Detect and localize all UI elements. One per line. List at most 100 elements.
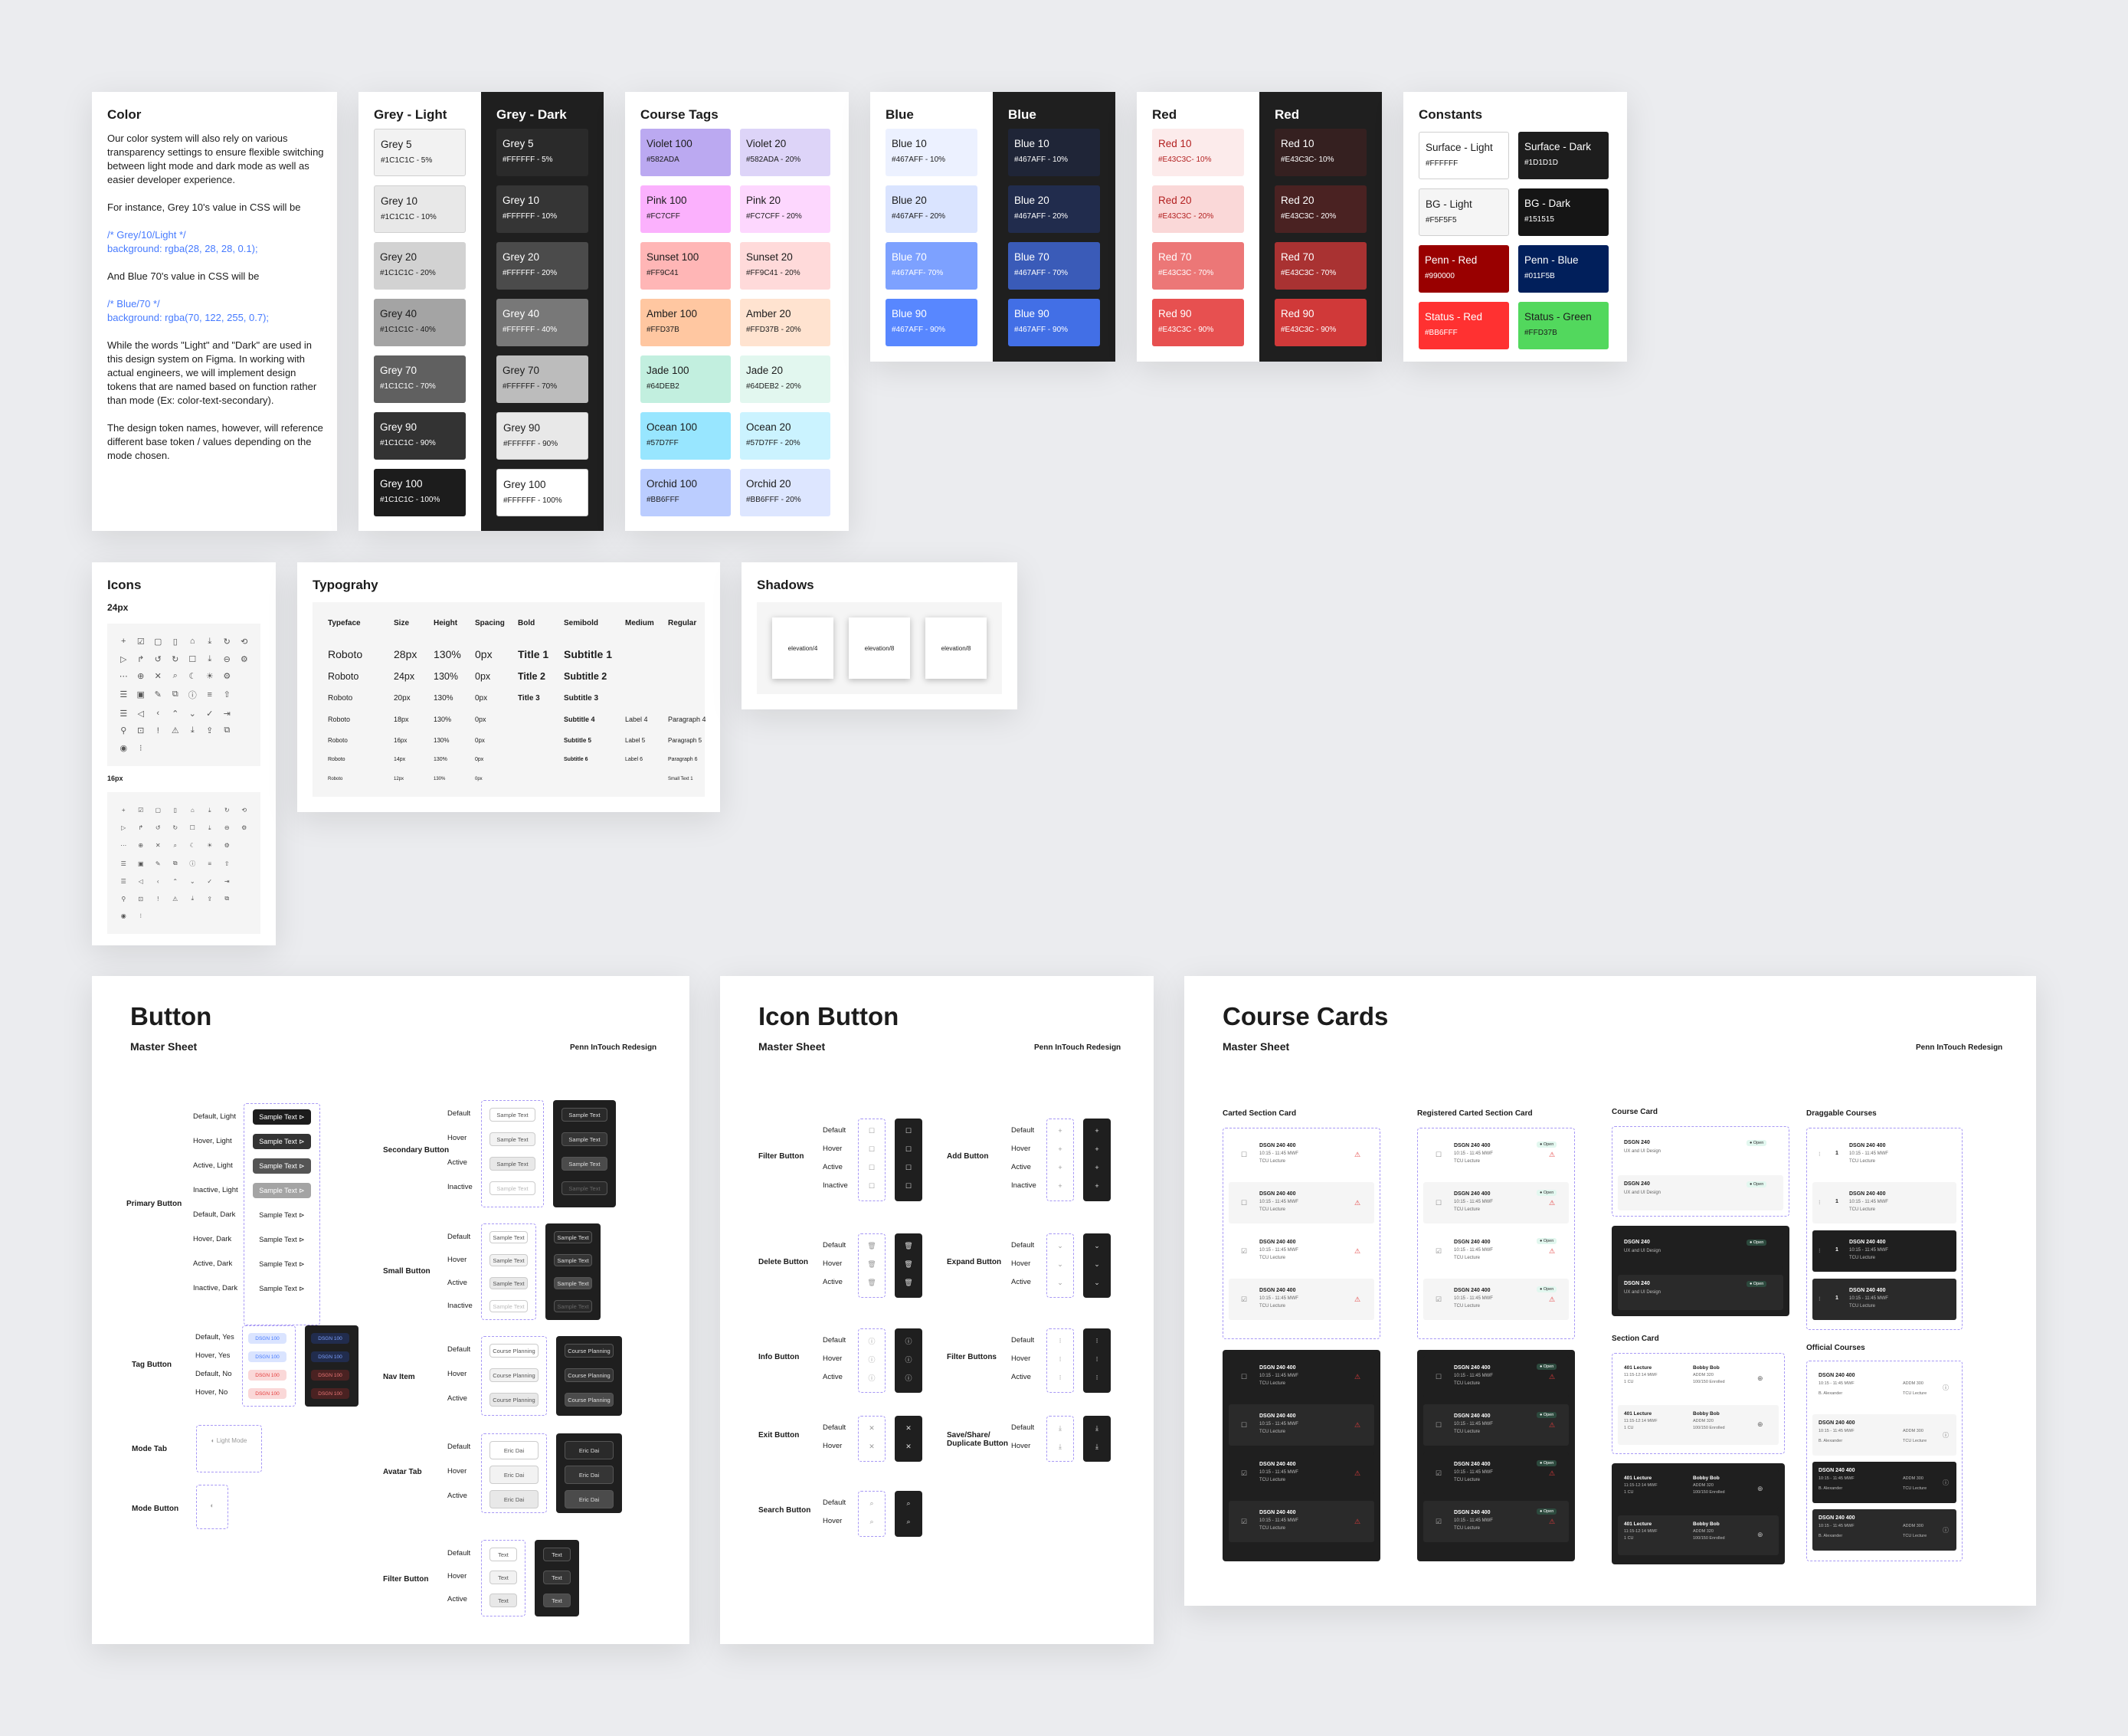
small-button[interactable]: Sample Text [489,1277,528,1289]
checkbox-icon[interactable]: ☐ [1436,1373,1442,1381]
tag-button[interactable]: DSGN 100 [248,1388,286,1399]
icon-button-dark[interactable]: ⌄ [1091,1258,1103,1270]
tag-button-dark[interactable]: DSGN 100 [311,1351,349,1362]
icon-button[interactable]: ⌄ [1054,1258,1066,1270]
icon-button[interactable]: ⤓ [1054,1440,1066,1453]
secondary-button-dark[interactable]: Sample Text [561,1157,607,1171]
info-icon[interactable]: ⓘ [1943,1479,1949,1487]
icon-button[interactable]: ⁝ [1054,1335,1066,1347]
info-icon[interactable]: ⓘ [1943,1431,1949,1440]
nav-item[interactable]: Course Planning [489,1393,539,1407]
secondary-button-dark[interactable]: Sample Text [561,1132,607,1146]
filter-button[interactable]: Text [489,1571,517,1584]
icon-button[interactable]: ✕ [866,1422,878,1434]
checkbox-icon[interactable]: ☑ [1241,1247,1247,1256]
info-icon[interactable]: ⓘ [1943,1526,1949,1535]
checkbox-icon[interactable]: ☑ [1436,1518,1442,1526]
nav-item-dark[interactable]: Course Planning [565,1393,614,1407]
checkbox-icon[interactable]: ☐ [1436,1421,1442,1430]
icon-button-dark[interactable]: ☐ [902,1125,915,1137]
icon-button-dark[interactable]: ✕ [902,1440,915,1453]
icon-button[interactable]: + [1054,1125,1066,1137]
primary-button[interactable]: Sample Text ⊳ [253,1232,311,1247]
nav-item[interactable]: Course Planning [489,1344,539,1358]
secondary-button[interactable]: Sample Text [489,1157,535,1171]
icon-button-dark[interactable]: ⁝ [1091,1371,1103,1384]
icon-button[interactable]: + [1054,1143,1066,1155]
small-button-dark[interactable]: Sample Text [554,1277,592,1289]
tag-button[interactable]: DSGN 100 [248,1370,286,1381]
checkbox-icon[interactable]: ☐ [1241,1421,1247,1430]
nav-item-dark[interactable]: Course Planning [565,1368,614,1382]
icon-button-dark[interactable]: 🗑 [902,1276,915,1289]
checkbox-icon[interactable]: ☐ [1241,1199,1247,1207]
tag-button-dark[interactable]: DSGN 100 [311,1370,349,1381]
tag-button-dark[interactable]: DSGN 100 [311,1388,349,1399]
checkbox-icon[interactable]: ☐ [1436,1151,1442,1159]
avatar-tab-dark[interactable]: Eric Dai [565,1441,614,1459]
checkbox-icon[interactable]: ☑ [1436,1295,1442,1304]
icon-button[interactable]: ✕ [866,1440,878,1453]
icon-button-dark[interactable]: ⓘ [902,1371,915,1384]
small-button-dark[interactable]: Sample Text [554,1300,592,1312]
primary-button[interactable]: Sample Text ⊳ [253,1183,311,1198]
secondary-button[interactable]: Sample Text [489,1132,535,1146]
avatar-tab[interactable]: Eric Dai [489,1490,539,1508]
icon-button-dark[interactable]: ☐ [902,1180,915,1192]
avatar-tab[interactable]: Eric Dai [489,1466,539,1484]
icon-button[interactable]: ⁝ [1054,1353,1066,1365]
primary-button[interactable]: Sample Text ⊳ [253,1109,311,1125]
small-button-dark[interactable]: Sample Text [554,1254,592,1266]
checkbox-icon[interactable]: ☑ [1241,1295,1247,1304]
filter-button-dark[interactable]: Text [543,1548,571,1561]
primary-button[interactable]: Sample Text ⊳ [253,1281,311,1296]
icon-button[interactable]: + [1054,1161,1066,1174]
nav-item-dark[interactable]: Course Planning [565,1344,614,1358]
icon-button[interactable]: ⓘ [866,1371,878,1384]
icon-button-dark[interactable]: ⌕ [902,1515,915,1528]
icon-button[interactable]: 🗑 [866,1276,878,1289]
icon-button[interactable]: ☐ [866,1125,878,1137]
icon-button[interactable]: ☐ [866,1143,878,1155]
icon-button[interactable]: ⌄ [1054,1276,1066,1289]
icon-button[interactable]: ⌄ [1054,1240,1066,1252]
filter-button-dark[interactable]: Text [543,1594,571,1607]
primary-button[interactable]: Sample Text ⊳ [253,1158,311,1174]
small-button[interactable]: Sample Text [489,1300,528,1312]
primary-button[interactable]: Sample Text ⊳ [253,1207,311,1223]
icon-button[interactable]: 🗑 [866,1258,878,1270]
icon-button[interactable]: ⌕ [866,1515,878,1528]
icon-button-dark[interactable]: ⤓ [1091,1422,1103,1434]
tag-button-dark[interactable]: DSGN 100 [311,1333,349,1344]
small-button[interactable]: Sample Text [489,1254,528,1266]
filter-button[interactable]: Text [489,1594,517,1607]
checkbox-icon[interactable]: ☑ [1241,1518,1247,1526]
icon-button-dark[interactable]: + [1091,1125,1103,1137]
icon-button-dark[interactable]: + [1091,1143,1103,1155]
checkbox-icon[interactable]: ☑ [1436,1469,1442,1478]
icon-button-dark[interactable]: ⌄ [1091,1276,1103,1289]
filter-button[interactable]: Text [489,1548,517,1561]
icon-button[interactable]: ☐ [866,1180,878,1192]
avatar-tab-dark[interactable]: Eric Dai [565,1466,614,1484]
checkbox-icon[interactable]: ☑ [1436,1247,1442,1256]
info-icon[interactable]: ⓘ [1943,1384,1949,1392]
icon-button-dark[interactable]: ⁝ [1091,1353,1103,1365]
secondary-button[interactable]: Sample Text [489,1181,535,1195]
icon-button[interactable]: ⓘ [866,1335,878,1347]
nav-item[interactable]: Course Planning [489,1368,539,1382]
icon-button-dark[interactable]: ⓘ [902,1335,915,1347]
mode-tab[interactable]: ◐ Light Mode [204,1434,254,1446]
icon-button[interactable]: ☐ [866,1161,878,1174]
add-icon[interactable]: ⊕ [1757,1531,1763,1539]
icon-button-dark[interactable]: ☐ [902,1161,915,1174]
small-button-dark[interactable]: Sample Text [554,1231,592,1243]
icon-button-dark[interactable]: ✕ [902,1422,915,1434]
icon-button[interactable]: ⤓ [1054,1422,1066,1434]
primary-button[interactable]: Sample Text ⊳ [253,1256,311,1272]
primary-button[interactable]: Sample Text ⊳ [253,1134,311,1149]
icon-button[interactable]: + [1054,1180,1066,1192]
avatar-tab[interactable]: Eric Dai [489,1441,539,1459]
checkbox-icon[interactable]: ☑ [1241,1469,1247,1478]
icon-button-dark[interactable]: + [1091,1180,1103,1192]
